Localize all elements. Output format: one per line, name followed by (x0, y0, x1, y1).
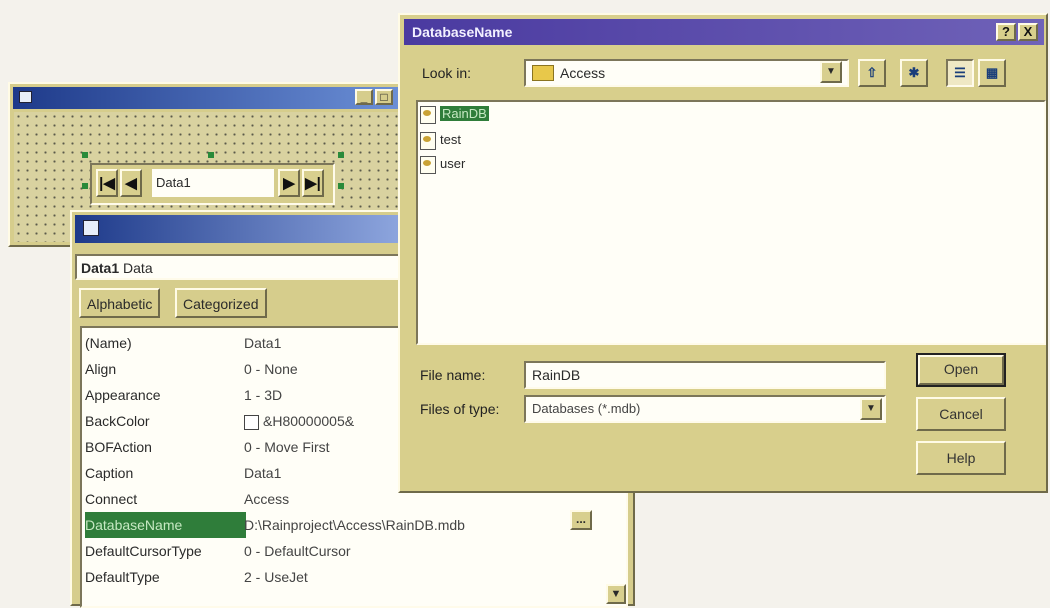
folder-icon (532, 65, 554, 81)
property-name: DefaultCursorType (85, 543, 202, 559)
object-type: Data (123, 260, 153, 276)
move-first-button[interactable]: |◀ (96, 169, 118, 197)
open-button[interactable]: Open (916, 353, 1006, 387)
file-item[interactable]: RainDB (420, 104, 489, 124)
selection-handle[interactable] (208, 152, 214, 158)
property-value[interactable]: 2 - UseJet (244, 564, 308, 590)
help-title-button[interactable]: ? (996, 23, 1016, 41)
property-value[interactable]: Access (244, 486, 289, 512)
scroll-down-button[interactable]: ▼ (606, 584, 626, 604)
file-name: user (440, 156, 466, 171)
file-name-label: File name: (420, 367, 486, 383)
property-row[interactable]: DefaultType 2 - UseJet (82, 564, 622, 590)
dialog-titlebar[interactable]: DatabaseName ? X (404, 19, 1044, 45)
color-swatch (244, 414, 259, 430)
file-name: test (440, 132, 461, 147)
file-item[interactable]: user (420, 154, 465, 174)
properties-tabs: Alphabetic Categorized (75, 284, 405, 322)
database-name-dialog: DatabaseName ? X Look in: Access ▼ ⇧ ✱ ☰… (398, 13, 1048, 493)
property-name: Caption (85, 465, 134, 481)
properties-window-icon (83, 220, 99, 236)
new-folder-icon[interactable]: ✱ (900, 59, 928, 87)
object-name: Data1 (81, 260, 120, 276)
property-name: BOFAction (85, 439, 152, 455)
dialog-title: DatabaseName (412, 24, 513, 40)
look-in-dropdown-button[interactable]: ▼ (820, 61, 842, 83)
move-last-button[interactable]: ▶| (302, 169, 324, 197)
property-name: Align (85, 361, 117, 377)
file-name: RainDB (440, 106, 489, 121)
properties-titlebar[interactable] (75, 215, 405, 243)
database-file-icon (420, 105, 436, 124)
selection-handle[interactable] (82, 183, 88, 189)
property-value[interactable]: Data1 (244, 460, 281, 486)
property-value[interactable]: 0 - Move First (244, 434, 330, 460)
close-button[interactable]: X (1018, 23, 1038, 41)
property-row[interactable]: DefaultCursorType 0 - DefaultCursor (82, 538, 622, 564)
object-selector[interactable]: Data1 Data (75, 254, 405, 280)
form-titlebar[interactable]: _ □ (13, 87, 398, 109)
data-control-caption: Data1 (152, 169, 274, 197)
property-name: BackColor (85, 413, 150, 429)
property-value[interactable]: D:\Rainproject\Access\RainDB.mdb (244, 512, 465, 538)
file-list[interactable]: RainDB test user (416, 100, 1046, 345)
database-file-icon (420, 131, 436, 150)
cancel-button[interactable]: Cancel (916, 397, 1006, 431)
property-row-selected[interactable]: DatabaseName D:\Rainproject\Access\RainD… (82, 512, 622, 538)
file-item[interactable]: test (420, 130, 461, 150)
property-value[interactable]: 0 - DefaultCursor (244, 538, 351, 564)
file-name-input[interactable]: RainDB (524, 361, 886, 389)
tab-alphabetic[interactable]: Alphabetic (79, 288, 161, 318)
move-next-button[interactable]: ▶ (278, 169, 300, 197)
selection-handle[interactable] (338, 183, 344, 189)
property-value[interactable]: Data1 (244, 330, 281, 356)
property-value[interactable]: 0 - None (244, 356, 298, 382)
database-file-icon (420, 155, 436, 174)
list-view-icon[interactable]: ☰ (946, 59, 974, 87)
move-previous-button[interactable]: ◀ (120, 169, 142, 197)
property-name: DefaultType (85, 569, 160, 585)
property-name: (Name) (85, 335, 132, 351)
selection-handle[interactable] (82, 152, 88, 158)
details-view-icon[interactable]: ▦ (978, 59, 1006, 87)
help-button[interactable]: Help (916, 441, 1006, 475)
property-builder-button[interactable]: ... (570, 510, 592, 530)
property-name: Appearance (85, 387, 161, 403)
look-in-select[interactable]: Access (524, 59, 849, 87)
minimize-button[interactable]: _ (355, 89, 373, 105)
files-of-type-label: Files of type: (420, 401, 500, 417)
data-control[interactable]: |◀ ◀ Data1 ▶ ▶| (90, 163, 335, 205)
tab-categorized[interactable]: Categorized (175, 288, 267, 318)
property-name: DatabaseName (85, 512, 246, 538)
property-name: Connect (85, 491, 138, 507)
open-button-label: Open (918, 355, 1004, 385)
property-value-color[interactable]: &H80000005& (244, 408, 354, 434)
look-in-label: Look in: (422, 65, 472, 81)
color-value: &H80000005& (263, 413, 355, 429)
property-value[interactable]: 1 - 3D (244, 382, 282, 408)
up-one-level-icon[interactable]: ⇧ (858, 59, 886, 87)
look-in-value: Access (560, 65, 606, 81)
restore-button[interactable]: □ (375, 89, 393, 105)
files-of-type-select[interactable]: Databases (*.mdb) (524, 395, 886, 423)
form-window-icon (19, 91, 32, 103)
files-of-type-dropdown-button[interactable]: ▼ (860, 398, 882, 420)
selection-handle[interactable] (338, 152, 344, 158)
